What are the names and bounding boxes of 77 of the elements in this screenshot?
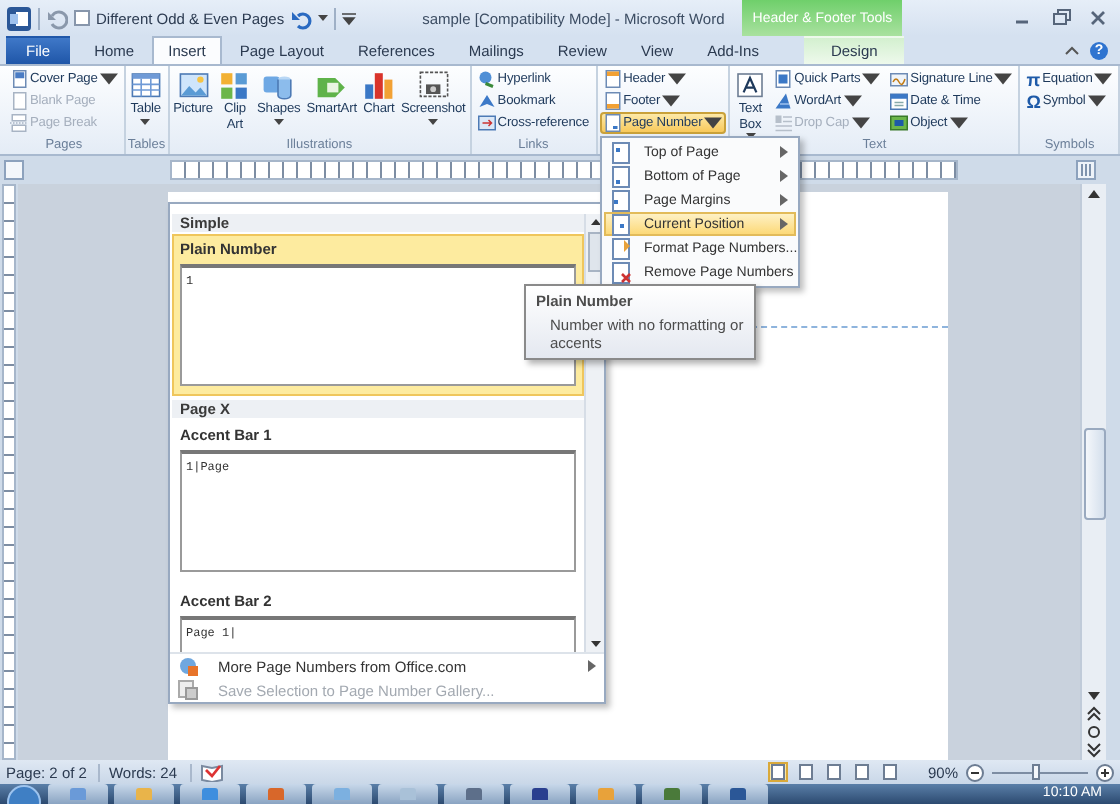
app-icon: [330, 784, 354, 800]
app-icon: [264, 784, 288, 800]
slider-thumb[interactable]: [1031, 763, 1040, 779]
drop-cap-icon: [774, 114, 793, 132]
view-button[interactable]: [879, 762, 900, 782]
page-bottom-icon: [612, 165, 632, 187]
app-icon: [396, 784, 420, 800]
taskbar-button[interactable]: [708, 784, 768, 804]
app-icon[interactable]: [6, 5, 32, 31]
shapes-icon: [262, 70, 295, 102]
picture-icon: [177, 70, 210, 102]
scroll-down-icon[interactable]: [1084, 688, 1104, 704]
vertical-ruler[interactable]: [2, 184, 16, 760]
collapse-ribbon-icon[interactable]: [1064, 44, 1080, 56]
view-button[interactable]: [767, 762, 788, 782]
undo-icon[interactable]: [46, 7, 68, 29]
bar-chart-icon: [362, 70, 395, 102]
taskbar-button[interactable]: [642, 784, 702, 804]
table-icon: [129, 70, 162, 102]
save-selection-icon: [178, 680, 198, 700]
app-icon: [726, 784, 750, 800]
header-icon: [603, 70, 622, 88]
pi-icon: π: [1026, 69, 1041, 89]
reading-layout-icon: [797, 764, 814, 780]
outline-icon: [853, 764, 870, 780]
zoom-in-icon[interactable]: [1096, 763, 1114, 781]
vertical-scrollbar[interactable]: [1080, 184, 1106, 760]
app-icon: [66, 784, 90, 800]
app-icon: [198, 784, 222, 800]
page-margins-icon: [612, 189, 632, 211]
format-numbers-icon: [612, 237, 632, 259]
scroll-thumb[interactable]: [1083, 428, 1105, 520]
page-number-icon: [603, 114, 622, 132]
page-current-icon: [612, 213, 632, 235]
app-icon: [528, 784, 552, 800]
screenshot-icon: [417, 70, 450, 102]
quick-parts-icon: [774, 70, 793, 88]
app-icon: [132, 784, 156, 800]
proofing-book-icon[interactable]: [199, 762, 223, 782]
omega-icon: Ω: [1026, 91, 1041, 111]
view-button[interactable]: [795, 762, 816, 782]
view-button[interactable]: [851, 762, 872, 782]
app-icon: [462, 784, 486, 800]
browse-object-icon[interactable]: [1084, 724, 1104, 740]
taskbar-button[interactable]: [510, 784, 570, 804]
office-globe-icon: [178, 656, 198, 676]
cover-page-icon: [10, 70, 28, 88]
bookmark-icon: [477, 92, 496, 110]
previous-page-icon[interactable]: [1084, 706, 1104, 722]
calendar-icon: [890, 92, 909, 110]
web-layout-icon: [825, 764, 842, 780]
customize-menu-icon[interactable]: [342, 11, 357, 25]
cross-reference-icon: [477, 114, 496, 132]
wordart-icon: [774, 92, 793, 110]
text-box-icon: [734, 70, 767, 102]
print-layout-icon: [769, 764, 786, 780]
next-page-icon[interactable]: [1084, 742, 1104, 758]
footer-icon: [603, 92, 622, 110]
view-button[interactable]: [823, 762, 844, 782]
globe-link-icon: [477, 70, 496, 88]
zoom-out-icon[interactable]: [966, 763, 984, 781]
draft-icon: [881, 764, 898, 780]
taskbar-button[interactable]: [444, 784, 504, 804]
blank-page-icon: [10, 92, 28, 110]
undo-icon[interactable]: [290, 7, 313, 29]
checkbox[interactable]: [74, 10, 90, 26]
app-icon: [660, 784, 684, 800]
caret-icon[interactable]: [318, 14, 329, 22]
app-icon: [594, 784, 618, 800]
start-orb-icon[interactable]: [6, 784, 42, 804]
tab-selector-button[interactable]: [4, 160, 24, 180]
page-break-icon: [10, 114, 28, 132]
scroll-down-icon[interactable]: [587, 636, 603, 652]
remove-numbers-icon: [612, 261, 632, 283]
object-icon: [890, 114, 909, 132]
clip-art-icon: [218, 70, 251, 102]
page-top-icon: [612, 141, 632, 163]
